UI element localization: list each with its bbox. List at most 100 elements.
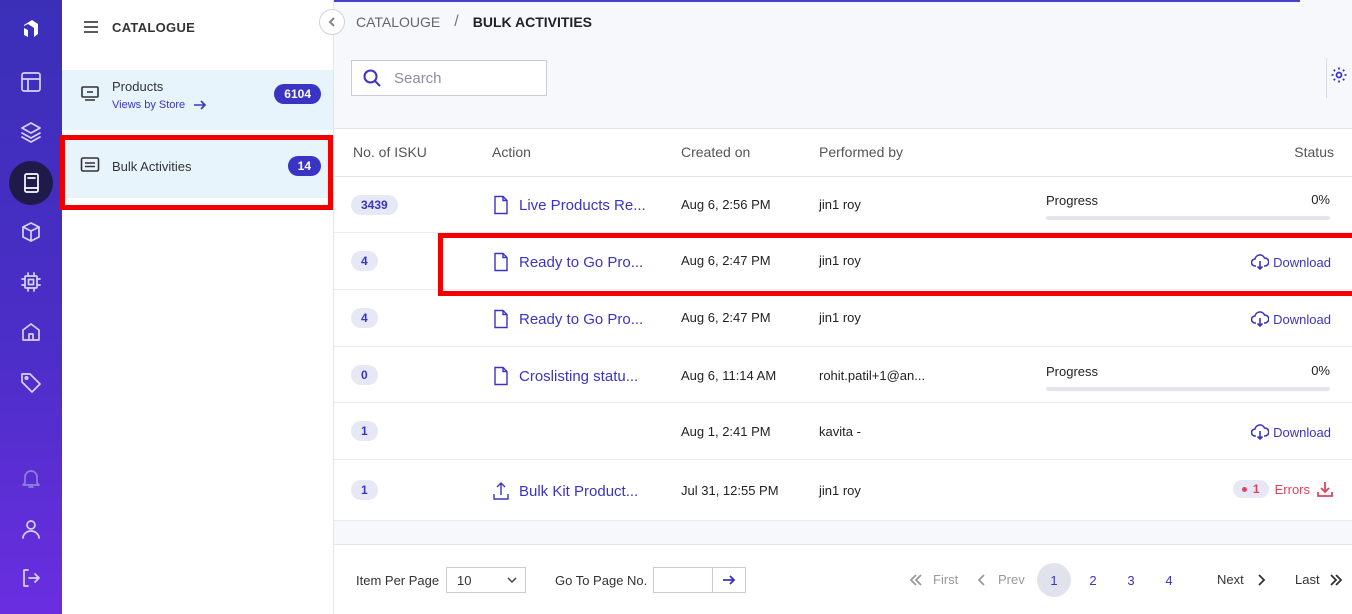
action-link[interactable]: Croslisting statu... xyxy=(492,366,638,386)
errors-status[interactable]: 1 Errors xyxy=(1232,480,1334,498)
next-page-button[interactable]: Next xyxy=(1217,572,1268,587)
app-logo-icon[interactable] xyxy=(13,11,49,47)
sidebar-collapse-button[interactable] xyxy=(319,9,345,35)
catalogue-book-icon[interactable] xyxy=(9,161,53,205)
performed-by: kavita - xyxy=(819,424,861,439)
performed-by: rohit.patil+1@an... xyxy=(819,368,926,383)
progress-bar xyxy=(1046,387,1330,391)
upload-icon xyxy=(493,482,509,500)
layers-icon[interactable] xyxy=(13,114,49,150)
menu-icon[interactable] xyxy=(82,18,100,36)
header-performed-by: Performed by xyxy=(819,144,904,160)
progress-label: Progress xyxy=(1046,193,1099,208)
action-label: Croslisting statu... xyxy=(519,367,639,385)
table-row: 1 Bulk Kit Product... Jul 31, 12:55 PM j… xyxy=(334,460,1352,521)
layout-icon[interactable] xyxy=(13,64,49,100)
monitor-icon xyxy=(80,85,102,105)
tag-icon[interactable] xyxy=(13,364,49,400)
header-status: Status xyxy=(1294,144,1334,160)
search-input[interactable] xyxy=(394,69,534,87)
prev-page-button[interactable]: Prev xyxy=(975,572,1025,587)
main-content: CATALOUGE / BULK ACTIVITIES No. of ISKU … xyxy=(334,0,1352,614)
download-label: Download xyxy=(1273,254,1331,270)
page-number-2[interactable]: 2 xyxy=(1076,563,1110,597)
first-label: First xyxy=(933,572,959,587)
logout-icon[interactable] xyxy=(13,560,49,596)
isku-count-badge: 3439 xyxy=(351,195,398,215)
bell-icon[interactable] xyxy=(13,460,49,496)
created-on: Jul 31, 12:55 PM xyxy=(681,483,779,498)
user-icon[interactable] xyxy=(13,511,49,547)
sidebar-item-bulk-activities[interactable]: Bulk Activities 14 xyxy=(62,140,333,198)
double-chevron-right-icon xyxy=(1329,573,1342,586)
box-icon[interactable] xyxy=(13,214,49,250)
views-by-store-link[interactable]: Views by Store xyxy=(112,99,207,111)
performed-by: jin1 roy xyxy=(819,483,861,498)
action-link[interactable]: Live Products Re... xyxy=(492,195,646,215)
sidebar-item-label: Bulk Activities xyxy=(112,159,192,174)
download-errors-icon[interactable] xyxy=(1316,480,1334,498)
isku-count-badge: 4 xyxy=(351,308,378,328)
created-on: Aug 6, 2:47 PM xyxy=(681,310,771,325)
progress-label: Progress xyxy=(1046,364,1099,379)
goto-page-button[interactable] xyxy=(713,567,746,593)
header-isku: No. of ISKU xyxy=(353,144,427,160)
download-cloud-icon xyxy=(1251,424,1270,441)
breadcrumb-current: BULK ACTIVITIES xyxy=(472,14,592,30)
items-per-page-select[interactable]: 10 xyxy=(446,567,526,593)
page-number-3[interactable]: 3 xyxy=(1114,563,1148,597)
created-on: Aug 6, 2:56 PM xyxy=(681,197,771,212)
last-page-button[interactable]: Last xyxy=(1295,572,1343,587)
next-label: Next xyxy=(1217,572,1244,587)
views-by-store-label: Views by Store xyxy=(112,99,186,111)
header-created-on: Created on xyxy=(681,144,751,160)
list-card-icon xyxy=(80,156,102,176)
action-link[interactable]: Bulk Kit Product... xyxy=(492,481,638,501)
download-button[interactable]: Download xyxy=(1251,253,1331,271)
search-icon xyxy=(363,69,381,87)
progress-bar xyxy=(1046,216,1330,220)
action-link[interactable]: Ready to Go Pro... xyxy=(492,309,643,329)
top-accent-line xyxy=(334,0,1300,2)
action-label: Live Products Re... xyxy=(519,196,646,214)
isku-count-badge: 1 xyxy=(351,480,378,500)
bulk-activities-count-badge: 14 xyxy=(287,156,321,176)
page-number-4[interactable]: 4 xyxy=(1152,563,1186,597)
products-count-badge: 6104 xyxy=(274,84,321,104)
performed-by: jin1 roy xyxy=(819,197,861,212)
chevron-down-icon xyxy=(507,577,517,584)
home-icon[interactable] xyxy=(13,314,49,350)
double-chevron-left-icon xyxy=(909,573,922,586)
error-count-badge: 1 xyxy=(1232,480,1269,498)
last-label: Last xyxy=(1295,572,1320,587)
chevron-left-icon xyxy=(977,573,985,586)
created-on: Aug 1, 2:41 PM xyxy=(681,424,771,439)
sidebar-item-products[interactable]: Products Views by Store 6104 xyxy=(62,70,333,130)
chip-icon[interactable] xyxy=(13,264,49,300)
file-icon xyxy=(494,366,508,386)
download-cloud-icon xyxy=(1251,311,1270,328)
file-icon xyxy=(494,252,508,272)
gear-icon[interactable] xyxy=(1330,66,1348,86)
download-button[interactable]: Download xyxy=(1251,423,1331,441)
search-box xyxy=(351,60,547,96)
isku-count-badge: 4 xyxy=(351,251,378,271)
action-link[interactable]: Ready to Go Pro... xyxy=(492,252,643,272)
chevron-right-icon xyxy=(1258,573,1266,586)
items-per-page-label: Item Per Page xyxy=(356,573,440,588)
isku-count-badge: 1 xyxy=(351,421,378,441)
action-label: Bulk Kit Product... xyxy=(519,482,639,500)
goto-page-label: Go To Page No. xyxy=(555,573,648,588)
performed-by: jin1 roy xyxy=(819,253,861,268)
breadcrumb-catalogue-link[interactable]: CATALOUGE xyxy=(356,14,440,30)
items-per-page-value: 10 xyxy=(457,572,472,588)
page-number-1[interactable]: 1 xyxy=(1037,563,1071,597)
table-row: 4 Ready to Go Pro... Aug 6, 2:47 PM jin1… xyxy=(334,233,1352,290)
arrow-right-icon xyxy=(723,575,736,585)
goto-page-input[interactable] xyxy=(653,567,713,593)
table-header: No. of ISKU Action Created on Performed … xyxy=(334,129,1352,177)
bulk-activities-table: No. of ISKU Action Created on Performed … xyxy=(334,128,1352,521)
error-count: 1 xyxy=(1252,482,1260,496)
download-button[interactable]: Download xyxy=(1251,310,1331,328)
first-page-button[interactable]: First xyxy=(909,572,958,587)
